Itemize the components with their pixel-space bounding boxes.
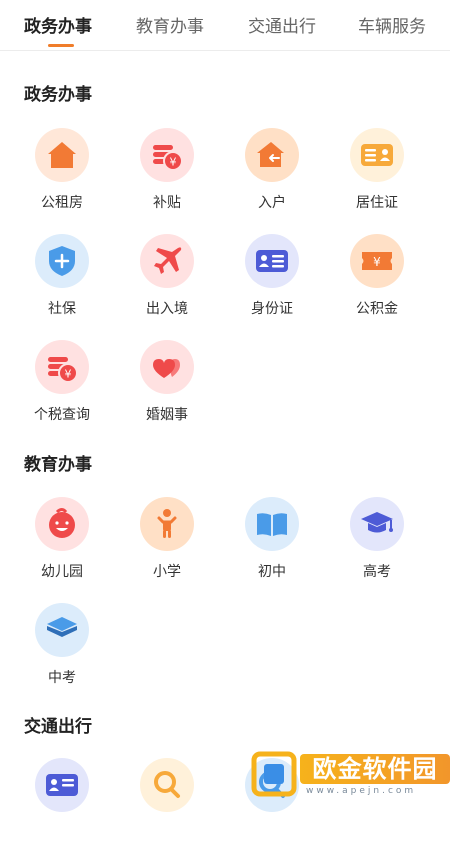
residence-card-icon — [350, 128, 404, 182]
service-item-label: 补贴 — [153, 195, 181, 211]
service-item-high-school-exam[interactable]: 中考 — [17, 603, 107, 699]
coins-yuan-icon: ¥ — [35, 340, 89, 394]
service-item-label: 公租房 — [41, 195, 83, 211]
service-item-id-card[interactable]: 身份证 — [227, 234, 317, 330]
top-tab-bar: 政务办事 教育办事 交通出行 车辆服务 — [0, 0, 450, 51]
service-item-label: 身份证 — [251, 301, 293, 317]
search-icon — [140, 758, 194, 812]
service-item-middle-school[interactable]: 初中 — [227, 497, 317, 593]
watermark: 欧金软件园 www.apejn.com — [250, 750, 450, 800]
child-icon — [140, 497, 194, 551]
watermark-text: 欧金软件园 — [300, 754, 450, 784]
svg-text:¥: ¥ — [373, 255, 381, 269]
service-item-label: 初中 — [258, 564, 286, 580]
service-item-subsidy[interactable]: ¥ 补贴 — [122, 128, 212, 224]
house-icon — [35, 128, 89, 182]
service-item-residence-permit[interactable]: 居住证 — [332, 128, 422, 224]
service-item-social-security[interactable]: 社保 — [17, 234, 107, 330]
service-item-label: 居住证 — [356, 195, 398, 211]
service-item-label: 幼儿园 — [41, 564, 83, 580]
section-title-education: 教育办事 — [24, 455, 92, 475]
service-item-transport-2[interactable] — [122, 758, 212, 854]
baby-face-icon — [35, 497, 89, 551]
tab-government[interactable]: 政务办事 — [24, 12, 92, 37]
service-item-label: 社保 — [48, 301, 76, 317]
yuan-ticket-icon: ¥ — [350, 234, 404, 288]
graduation-cap-icon — [350, 497, 404, 551]
svg-text:¥: ¥ — [170, 156, 177, 169]
service-item-label: 小学 — [153, 564, 181, 580]
service-item-primary-school[interactable]: 小学 — [122, 497, 212, 593]
service-item-label: 公积金 — [356, 301, 398, 317]
service-item-exit-entry[interactable]: 出入境 — [122, 234, 212, 330]
service-item-housing-fund[interactable]: ¥ 公积金 — [332, 234, 422, 330]
service-item-label: 入户 — [258, 195, 286, 211]
house-arrow-icon — [245, 128, 299, 182]
active-tab-indicator — [48, 44, 74, 47]
tab-education[interactable]: 教育办事 — [136, 12, 204, 37]
tab-transport[interactable]: 交通出行 — [248, 12, 316, 37]
watermark-url: www.apejn.com — [306, 786, 417, 796]
section-title-transport: 交通出行 — [24, 717, 92, 737]
id-card-icon — [35, 758, 89, 812]
service-item-label: 出入境 — [146, 301, 188, 317]
airplane-icon — [140, 234, 194, 288]
open-book-icon — [245, 497, 299, 551]
service-item-public-housing[interactable]: 公租房 — [17, 128, 107, 224]
id-card-icon — [245, 234, 299, 288]
service-item-household-registration[interactable]: 入户 — [227, 128, 317, 224]
tab-vehicle[interactable]: 车辆服务 — [358, 12, 426, 37]
shield-plus-icon — [35, 234, 89, 288]
service-item-income-tax[interactable]: ¥ 个税查询 — [17, 340, 107, 436]
section-title-government: 政务办事 — [24, 85, 92, 105]
service-item-marriage[interactable]: 婚姻事 — [122, 340, 212, 436]
service-item-transport-1[interactable] — [17, 758, 107, 854]
svg-text:¥: ¥ — [65, 368, 72, 381]
watermark-logo-icon — [251, 751, 297, 797]
service-item-kindergarten[interactable]: 幼儿园 — [17, 497, 107, 593]
service-item-label: 婚姻事 — [146, 407, 188, 423]
service-item-label: 高考 — [363, 564, 391, 580]
service-item-college-exam[interactable]: 高考 — [332, 497, 422, 593]
layers-icon — [35, 603, 89, 657]
hearts-icon — [140, 340, 194, 394]
coins-yuan-icon: ¥ — [140, 128, 194, 182]
service-item-label: 个税查询 — [34, 407, 90, 423]
service-item-label: 中考 — [48, 670, 76, 686]
